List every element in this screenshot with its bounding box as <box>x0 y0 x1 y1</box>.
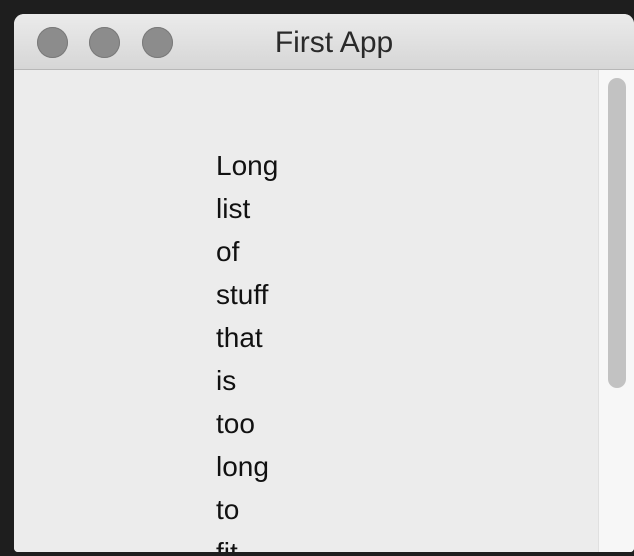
app-window: First App Long list of stuff that is too… <box>14 14 634 552</box>
list-item: list <box>216 193 251 224</box>
vertical-scrollbar[interactable] <box>598 70 634 552</box>
scroll-content[interactable]: Long list of stuff that is too long to f… <box>14 70 634 552</box>
text-list: Long list of stuff that is too long to f… <box>216 144 278 552</box>
list-item: of <box>216 236 240 267</box>
list-item: that <box>216 322 263 353</box>
scrollbar-thumb[interactable] <box>608 78 626 388</box>
window-title: First App <box>274 26 394 59</box>
list-item: fit <box>216 531 278 552</box>
title-bar[interactable]: First App <box>14 14 634 70</box>
list-item: Long <box>216 150 279 181</box>
list-item: to <box>216 494 240 525</box>
list-item: too <box>216 408 255 439</box>
list-item: stuff <box>216 279 269 310</box>
list-item: long <box>216 451 269 482</box>
list-item: is <box>216 365 237 396</box>
